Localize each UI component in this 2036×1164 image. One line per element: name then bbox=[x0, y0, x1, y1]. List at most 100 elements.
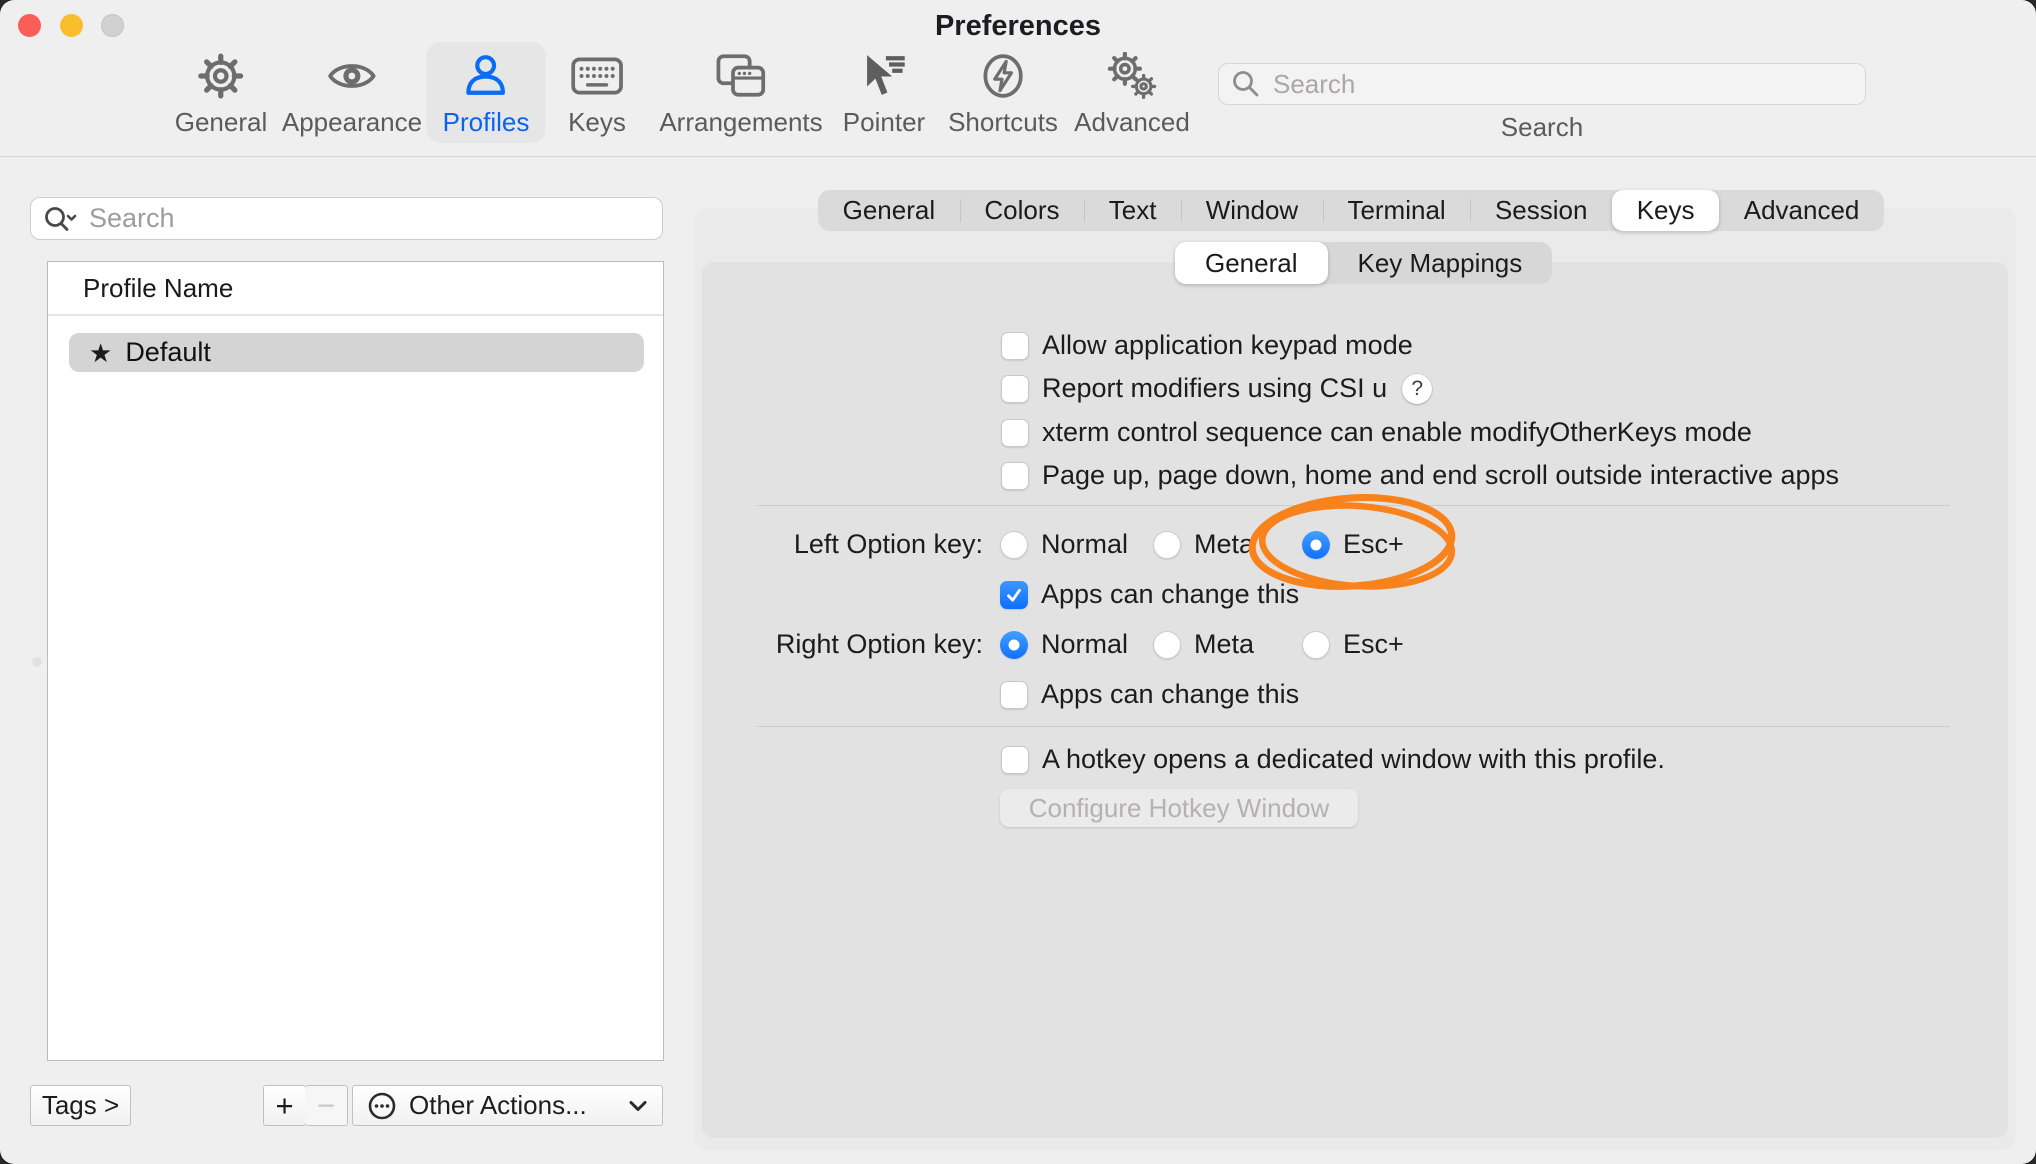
right-apps-can-change-checkbox[interactable] bbox=[1000, 681, 1028, 709]
star-icon: ★ bbox=[89, 340, 112, 366]
checkbox-row: Apps can change this bbox=[1000, 579, 1299, 610]
chevron-down-icon bbox=[628, 1099, 648, 1113]
divider bbox=[757, 726, 1950, 727]
radio-label: Normal bbox=[1041, 529, 1128, 560]
radio-option: Meta bbox=[1153, 529, 1254, 560]
radio-label: Meta bbox=[1194, 629, 1254, 660]
tags-button[interactable]: Tags > bbox=[30, 1085, 131, 1126]
checkbox-label: A hotkey opens a dedicated window with t… bbox=[1042, 744, 1665, 775]
radio-option: Normal bbox=[1000, 629, 1128, 660]
checkbox-row: Report modifiers using CSI u ? bbox=[1001, 373, 1432, 404]
gear-icon bbox=[198, 50, 244, 102]
check-icon bbox=[1003, 584, 1025, 606]
subtab-general[interactable]: General bbox=[1175, 242, 1328, 284]
left-option-key-label: Left Option key: bbox=[740, 529, 983, 560]
remove-profile-button[interactable]: − bbox=[305, 1085, 348, 1126]
radio-label: Normal bbox=[1041, 629, 1128, 660]
profile-list: Profile Name ★ Default bbox=[47, 261, 664, 1061]
checkbox-label: xterm control sequence can enable modify… bbox=[1042, 417, 1752, 448]
checkbox-label: Page up, page down, home and end scroll … bbox=[1042, 460, 1839, 491]
checkbox-label: Apps can change this bbox=[1041, 579, 1299, 610]
radio-option: Meta bbox=[1153, 629, 1254, 660]
radio-option: Normal bbox=[1000, 529, 1128, 560]
keys-subtab-bar: General Key Mappings bbox=[1175, 242, 1552, 284]
toolbar-item-general[interactable]: General bbox=[159, 42, 284, 143]
hotkey-window-checkbox[interactable] bbox=[1001, 746, 1029, 774]
toolbar-item-pointer[interactable]: Pointer bbox=[827, 42, 941, 143]
toolbar-item-arrangements[interactable]: Arrangements bbox=[643, 42, 838, 143]
toolbar-item-label: Shortcuts bbox=[948, 107, 1058, 138]
right-option-meta-radio[interactable] bbox=[1153, 631, 1181, 659]
left-option-normal-radio[interactable] bbox=[1000, 531, 1028, 559]
toolbar: Preferences General bbox=[0, 0, 2036, 157]
other-actions-label: Other Actions... bbox=[409, 1090, 587, 1121]
toolbar-item-keys[interactable]: Keys bbox=[552, 42, 642, 143]
left-apps-can-change-checkbox[interactable] bbox=[1000, 581, 1028, 609]
profile-search-input[interactable] bbox=[87, 202, 650, 235]
radio-option: Esc+ bbox=[1302, 629, 1404, 660]
checkbox-label: Apps can change this bbox=[1041, 679, 1299, 710]
configure-hotkey-label: Configure Hotkey Window bbox=[1029, 793, 1330, 824]
plus-icon: + bbox=[275, 1088, 293, 1124]
right-option-key-label: Right Option key: bbox=[740, 629, 983, 660]
csi-u-checkbox[interactable] bbox=[1001, 375, 1029, 403]
toolbar-item-profiles[interactable]: Profiles bbox=[427, 42, 546, 143]
radio-label: Esc+ bbox=[1343, 529, 1404, 560]
windows-icon bbox=[716, 50, 766, 102]
toolbar-item-label: General bbox=[175, 107, 268, 138]
tab-session[interactable]: Session bbox=[1470, 190, 1612, 231]
question-icon: ? bbox=[1411, 377, 1423, 401]
checkbox-label: Allow application keypad mode bbox=[1042, 330, 1413, 361]
profile-tab-bar: General Colors Text Window Terminal Sess… bbox=[818, 190, 1884, 231]
modify-other-keys-checkbox[interactable] bbox=[1001, 419, 1029, 447]
window-title: Preferences bbox=[0, 10, 2036, 43]
toolbar-item-appearance[interactable]: Appearance bbox=[266, 42, 438, 143]
toolbar-search-field[interactable] bbox=[1218, 63, 1866, 105]
preferences-window: Preferences General bbox=[0, 0, 2036, 1164]
profile-list-header: Profile Name bbox=[48, 262, 663, 316]
search-icon bbox=[1231, 69, 1261, 99]
toolbar-search-input[interactable] bbox=[1271, 68, 1853, 101]
tab-window[interactable]: Window bbox=[1181, 190, 1323, 231]
toolbar-item-label: Pointer bbox=[843, 107, 925, 138]
tab-advanced[interactable]: Advanced bbox=[1719, 190, 1884, 231]
checkbox-row: Page up, page down, home and end scroll … bbox=[1001, 460, 1839, 491]
minus-icon: − bbox=[317, 1088, 335, 1124]
tab-colors[interactable]: Colors bbox=[960, 190, 1084, 231]
left-option-meta-radio[interactable] bbox=[1153, 531, 1181, 559]
toolbar-item-label: Arrangements bbox=[659, 107, 822, 138]
toolbar-item-label: Advanced bbox=[1074, 107, 1190, 138]
subtab-key-mappings[interactable]: Key Mappings bbox=[1328, 242, 1553, 284]
tab-general[interactable]: General bbox=[818, 190, 960, 231]
checkbox-row: xterm control sequence can enable modify… bbox=[1001, 417, 1752, 448]
checkbox-row: A hotkey opens a dedicated window with t… bbox=[1001, 744, 1665, 775]
configure-hotkey-window-button[interactable]: Configure Hotkey Window bbox=[1000, 789, 1358, 827]
checkbox-label: Report modifiers using CSI u bbox=[1042, 373, 1387, 404]
eye-icon bbox=[326, 50, 378, 102]
scroll-outside-apps-checkbox[interactable] bbox=[1001, 462, 1029, 490]
toolbar-item-shortcuts[interactable]: Shortcuts bbox=[932, 42, 1074, 143]
add-profile-button[interactable]: + bbox=[263, 1085, 306, 1126]
tab-text[interactable]: Text bbox=[1084, 190, 1181, 231]
profile-row-default[interactable]: ★ Default bbox=[69, 333, 644, 372]
person-icon bbox=[463, 50, 509, 102]
radio-option: Esc+ bbox=[1302, 529, 1404, 560]
tab-terminal[interactable]: Terminal bbox=[1323, 190, 1471, 231]
divider bbox=[757, 505, 1950, 506]
left-option-esc-radio[interactable] bbox=[1302, 531, 1330, 559]
toolbar-item-label: Keys bbox=[568, 107, 626, 138]
scroll-dot-artifact bbox=[32, 657, 42, 667]
right-option-esc-radio[interactable] bbox=[1302, 631, 1330, 659]
other-actions-dropdown[interactable]: Other Actions... bbox=[352, 1085, 663, 1126]
radio-label: Meta bbox=[1194, 529, 1254, 560]
toolbar-search-label: Search bbox=[1218, 112, 1866, 143]
toolbar-item-advanced[interactable]: Advanced bbox=[1058, 42, 1206, 143]
help-button[interactable]: ? bbox=[1402, 374, 1432, 404]
gears-icon bbox=[1106, 50, 1158, 102]
right-option-normal-radio[interactable] bbox=[1000, 631, 1028, 659]
search-menu-icon bbox=[43, 204, 79, 234]
tab-keys[interactable]: Keys bbox=[1612, 190, 1719, 231]
profile-search-field[interactable] bbox=[30, 197, 663, 240]
checkbox-row: Allow application keypad mode bbox=[1001, 330, 1413, 361]
allow-keypad-checkbox[interactable] bbox=[1001, 332, 1029, 360]
